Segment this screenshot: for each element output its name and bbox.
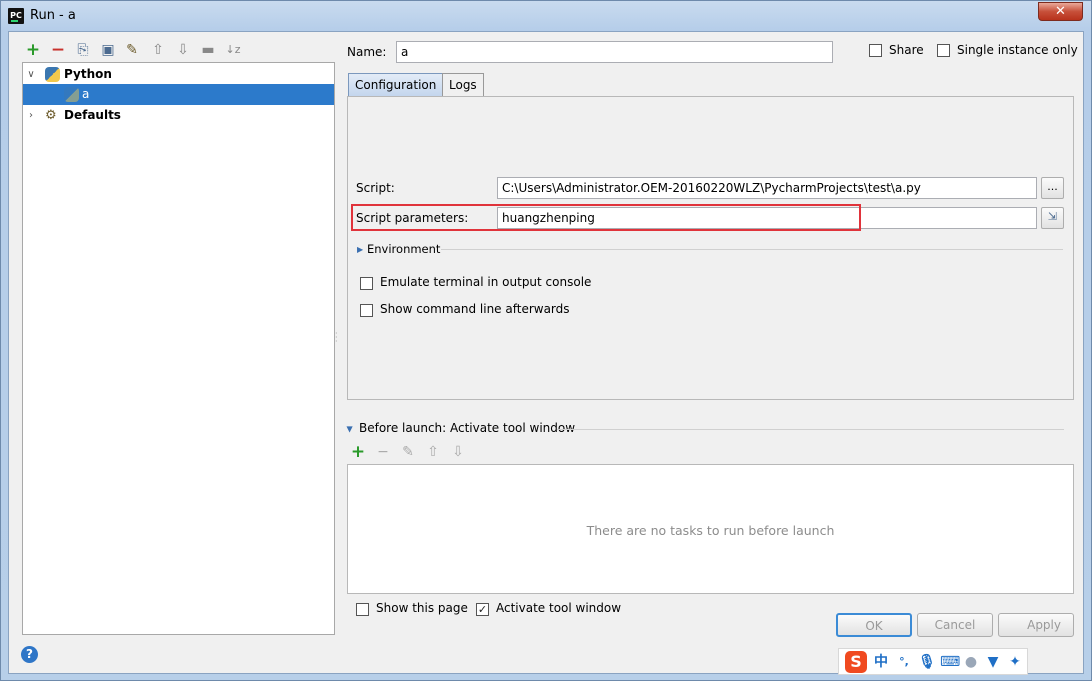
tree-item-a[interactable]: a xyxy=(23,84,334,105)
splitter-handle[interactable]: · · · xyxy=(335,330,339,346)
share-checkbox[interactable] xyxy=(869,44,882,57)
tree-item-label: a xyxy=(82,87,90,101)
tree-item-defaults[interactable]: › ⚙ Defaults xyxy=(23,105,334,126)
edit-task-icon[interactable]: ✎ xyxy=(400,444,416,460)
chevron-right-icon[interactable]: › xyxy=(25,105,37,126)
script-browse-button[interactable]: ... xyxy=(1041,177,1064,199)
wrench-icon: ⚙ xyxy=(45,108,57,123)
tree-item-label: Python xyxy=(64,67,112,81)
remove-icon[interactable]: − xyxy=(49,41,67,59)
move-up-icon[interactable]: ⇧ xyxy=(149,41,167,59)
activate-tool-window-label: Activate tool window xyxy=(496,601,622,615)
run-dialog-window: PC Run - a ✕ + − ⎘ ▣ ✎ ⇧ ⇩ ▬ ↓z ∨ Python… xyxy=(0,0,1092,681)
show-this-page-checkbox[interactable] xyxy=(356,603,369,616)
tree-item-label: Defaults xyxy=(64,108,121,122)
dialog-content: + − ⎘ ▣ ✎ ⇧ ⇩ ▬ ↓z ∨ Python a › ⚙ Defaul… xyxy=(8,31,1084,675)
add-icon[interactable]: + xyxy=(24,41,42,59)
tab-logs[interactable]: Logs xyxy=(442,73,484,97)
ok-button[interactable]: OK xyxy=(836,613,912,637)
title-bar[interactable]: PC Run - a ✕ xyxy=(1,1,1091,31)
close-button[interactable]: ✕ xyxy=(1038,2,1083,21)
help-icon[interactable]: ? xyxy=(21,646,38,663)
script-label: Script: xyxy=(356,181,395,195)
show-cmdline-checkbox[interactable] xyxy=(360,304,373,317)
ime-punctuation-toggle[interactable]: °, xyxy=(895,653,913,671)
annotation-highlight-box xyxy=(351,204,861,231)
ime-toolbar[interactable]: S 中 °, 🎙 ⌨ ● ▼ ✦ xyxy=(838,648,1028,675)
apply-button[interactable]: Apply xyxy=(998,613,1074,637)
expand-triangle-icon[interactable]: ▶ xyxy=(357,245,363,254)
name-input[interactable] xyxy=(396,41,833,63)
remove-task-icon[interactable]: − xyxy=(375,444,391,460)
folder-icon[interactable]: ▬ xyxy=(199,41,217,59)
microphone-icon[interactable]: 🎙 xyxy=(918,653,936,671)
chevron-down-icon[interactable]: ∨ xyxy=(25,64,37,85)
move-task-down-icon[interactable]: ⇩ xyxy=(450,444,466,460)
empty-tasks-text: There are no tasks to run before launch xyxy=(586,523,835,538)
sogou-logo-icon[interactable]: S xyxy=(845,651,867,673)
move-task-up-icon[interactable]: ⇧ xyxy=(425,444,441,460)
share-label: Share xyxy=(889,43,924,57)
user-icon[interactable]: ● xyxy=(962,653,980,671)
before-launch-task-list[interactable]: There are no tasks to run before launch xyxy=(347,464,1074,594)
pycharm-app-icon: PC xyxy=(8,8,24,24)
ime-language-toggle[interactable]: 中 xyxy=(872,653,890,671)
section-divider xyxy=(557,429,1064,430)
add-task-icon[interactable]: + xyxy=(350,444,366,461)
window-title: Run - a xyxy=(30,8,76,23)
tab-configuration[interactable]: Configuration xyxy=(348,73,444,97)
copy-icon[interactable]: ⎘ xyxy=(74,41,92,59)
tree-item-python[interactable]: ∨ Python xyxy=(23,64,334,85)
sort-icon[interactable]: ↓z xyxy=(224,41,242,59)
name-label: Name: xyxy=(347,45,387,59)
collapse-triangle-icon[interactable]: ▶ xyxy=(346,426,355,432)
expand-parameters-button[interactable]: ⇲ xyxy=(1041,207,1064,229)
show-cmdline-label: Show command line afterwards xyxy=(380,302,570,316)
show-this-page-label: Show this page xyxy=(376,601,468,615)
edit-defaults-icon[interactable]: ✎ xyxy=(123,41,141,59)
section-divider xyxy=(441,249,1063,250)
python-script-icon xyxy=(64,87,79,102)
before-launch-title[interactable]: Before launch: Activate tool window xyxy=(359,421,575,435)
single-instance-checkbox[interactable] xyxy=(937,44,950,57)
cancel-button[interactable]: Cancel xyxy=(917,613,993,637)
keyboard-icon[interactable]: ⌨ xyxy=(940,653,960,671)
configuration-panel xyxy=(347,96,1074,400)
emulate-terminal-label: Emulate terminal in output console xyxy=(380,275,592,289)
skin-shirt-icon[interactable]: ▼ xyxy=(984,653,1002,671)
script-path-input[interactable] xyxy=(497,177,1037,199)
environment-section-label[interactable]: Environment xyxy=(367,242,440,256)
wrench-tool-icon[interactable]: ✦ xyxy=(1006,653,1024,671)
python-icon xyxy=(45,67,60,82)
save-icon[interactable]: ▣ xyxy=(99,41,117,59)
single-instance-label: Single instance only xyxy=(957,43,1078,57)
emulate-terminal-checkbox[interactable] xyxy=(360,277,373,290)
move-down-icon[interactable]: ⇩ xyxy=(174,41,192,59)
configuration-tree[interactable]: ∨ Python a › ⚙ Defaults xyxy=(22,62,335,635)
activate-tool-window-checkbox[interactable]: ✓ xyxy=(476,603,489,616)
